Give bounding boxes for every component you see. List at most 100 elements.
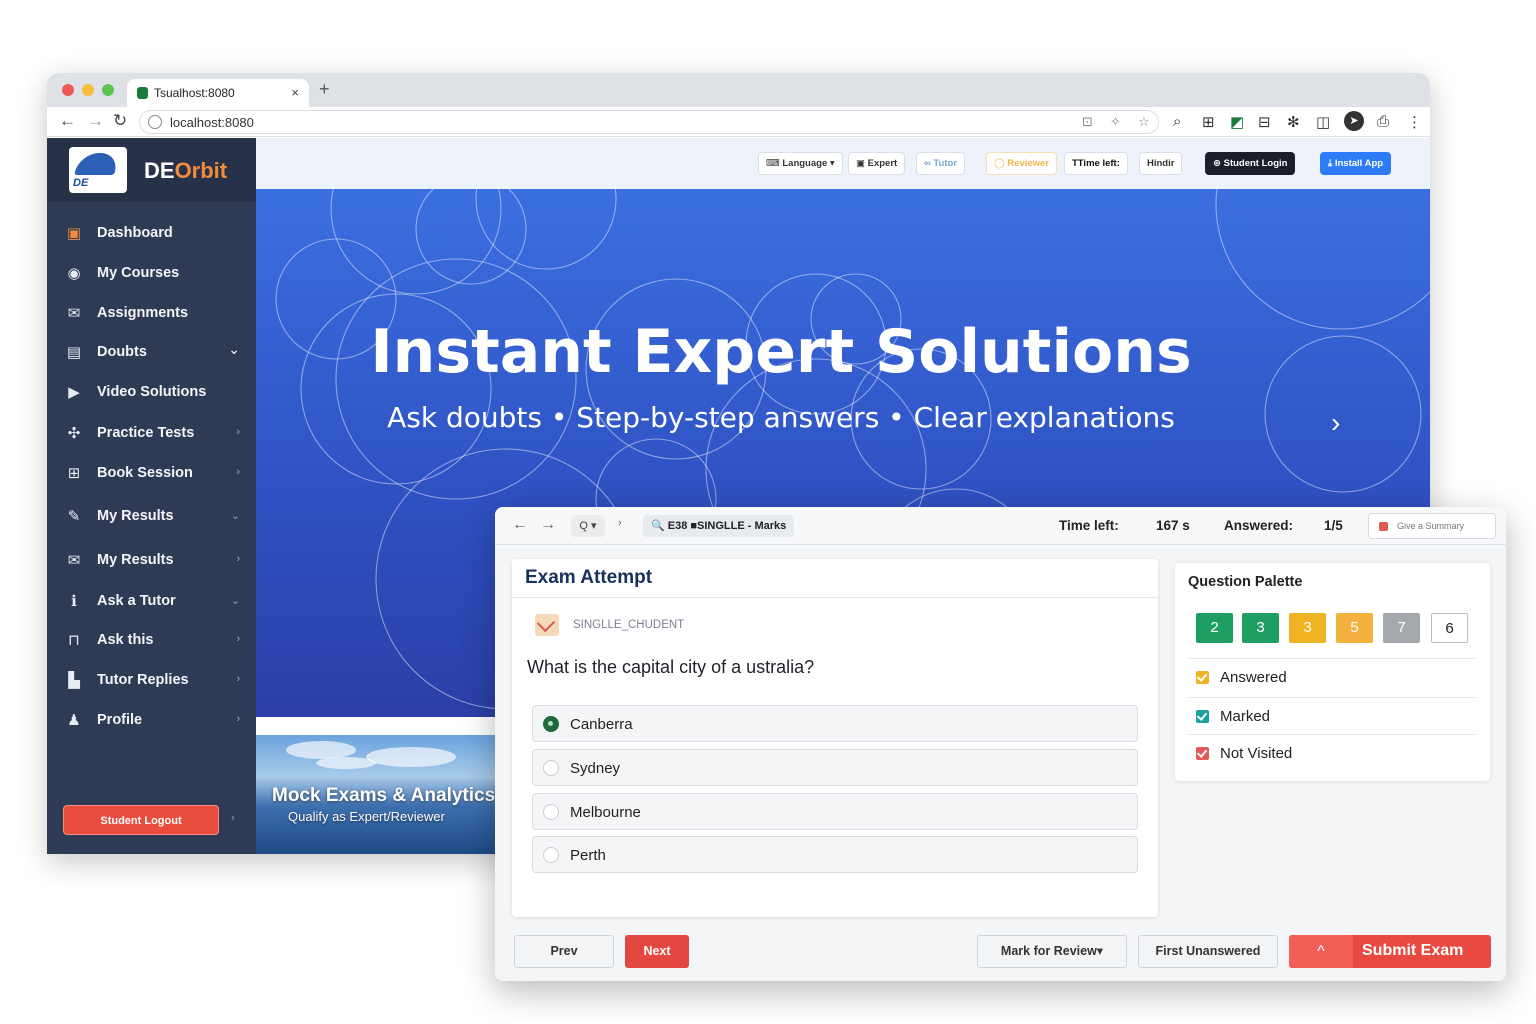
student-name: SINGLLE_CHUDENT <box>573 619 685 631</box>
sidebar-item-label: My Results <box>97 552 174 568</box>
first-unanswered-button[interactable]: First Unanswered <box>1138 935 1278 968</box>
expert-button[interactable]: ▣ Expert <box>848 152 906 175</box>
dropdown-icon[interactable]: › <box>618 517 622 529</box>
search-icon: Q <box>579 520 588 532</box>
reviewer-button[interactable]: ◯ Reviewer <box>986 152 1058 175</box>
sidebar-item[interactable]: ▣ Dashboard <box>47 216 256 252</box>
answer-option[interactable]: Sydney <box>532 749 1138 786</box>
more-menu-icon[interactable]: ⋮ <box>1407 113 1422 131</box>
answer-option[interactable]: Melbourne <box>532 793 1138 830</box>
mark-review-button[interactable]: Mark for Review▾ <box>977 935 1127 968</box>
install-icon[interactable]: ⊡ <box>1082 114 1093 130</box>
sidebar-item-label: Book Session <box>97 465 193 481</box>
profile-avatar-icon[interactable]: ➤ <box>1344 111 1364 131</box>
chevron-icon: ⌄ <box>230 510 240 522</box>
palette-cell[interactable]: 2 <box>1196 613 1233 643</box>
maximize-window-dot[interactable] <box>102 84 114 96</box>
next-button[interactable]: Next <box>625 935 689 968</box>
language-button[interactable]: ⌨ Language ▾ <box>758 152 843 175</box>
sidebar-item[interactable]: ▙ Tutor Replies › <box>47 663 256 699</box>
envelope-icon: ✉ <box>67 552 81 569</box>
tab-bar: Tsualhost:8080 × + <box>47 73 1430 107</box>
chevron-icon: ⌄ <box>228 341 240 357</box>
radio-icon[interactable] <box>543 804 559 820</box>
sidebar-item[interactable]: ▤ Doubts ⌄ <box>47 335 256 371</box>
palette-cell[interactable]: 7 <box>1383 613 1420 643</box>
answered-value: 1/5 <box>1324 518 1343 533</box>
prev-button[interactable]: Prev <box>514 935 614 968</box>
extension-chat-icon[interactable]: ⊟ <box>1258 113 1271 131</box>
search-icon[interactable]: ⌕ <box>1173 113 1181 130</box>
tutor-button[interactable]: ∞ Tutor <box>916 152 965 175</box>
exam-back-icon[interactable]: ← <box>512 516 528 534</box>
mock-exams-card[interactable]: Mock Exams & Analytics Qualify as Expert… <box>256 735 496 854</box>
translate-icon[interactable]: ✧ <box>1110 114 1121 130</box>
exam-search-button[interactable]: Q ▾ <box>571 515 605 537</box>
sidebar-item[interactable]: ✣ Practice Tests › <box>47 416 256 452</box>
submit-exam-button[interactable]: ^ Submit Exam <box>1289 935 1491 968</box>
hindi-button[interactable]: Hindir <box>1139 152 1183 175</box>
answer-option[interactable]: Perth <box>532 836 1138 873</box>
sidepanel-icon[interactable]: ◫ <box>1316 113 1330 131</box>
sidebar-item[interactable]: ✎ My Results ⌄ <box>47 499 256 535</box>
legend-item: Marked <box>1188 697 1476 734</box>
radio-icon[interactable] <box>543 760 559 776</box>
logo-word: DE <box>73 177 89 189</box>
chevron-up-icon: ^ <box>1289 935 1353 968</box>
radio-selected-icon[interactable] <box>543 716 559 732</box>
extensions-icon[interactable]: ⊞ <box>1202 113 1215 131</box>
exam-tab[interactable]: 🔍 E38 ■SINGLLE - Marks <box>643 515 795 537</box>
replies-icon: ▙ <box>68 672 80 689</box>
browser-tab[interactable]: Tsualhost:8080 × <box>127 79 309 107</box>
student-login-button[interactable]: ⊛ Student Login <box>1205 152 1296 175</box>
tab-close-icon[interactable]: × <box>291 85 299 100</box>
sidebar-item[interactable]: ◉ My Courses <box>47 256 256 292</box>
url-field[interactable]: localhost:8080 ⊡ ✧ ☆ <box>139 110 1159 134</box>
logout-button[interactable]: Student Logout <box>63 805 219 835</box>
sidebar-item[interactable]: ⊞ Book Session › <box>47 456 256 492</box>
sidebar-item[interactable]: ⊓ Ask this › <box>47 623 256 659</box>
radio-icon[interactable] <box>543 847 559 863</box>
video-icon: ▶ <box>68 384 80 401</box>
bookmark-icon[interactable]: ☆ <box>1138 114 1150 130</box>
close-window-dot[interactable] <box>62 84 74 96</box>
new-tab-icon[interactable]: + <box>319 79 330 100</box>
option-label: Canberra <box>570 716 633 733</box>
legend-label: Not Visited <box>1220 745 1293 762</box>
checkbox-icon <box>1196 671 1209 684</box>
exam-forward-icon[interactable]: → <box>540 516 556 534</box>
sidebar-item[interactable]: ✉ Assignments <box>47 296 256 332</box>
summary-button[interactable]: Give a Summary <box>1368 513 1496 539</box>
chevron-icon: › <box>236 426 240 438</box>
url-text: localhost:8080 <box>170 115 254 130</box>
palette-cell[interactable]: 6 <box>1431 613 1468 643</box>
brand-header[interactable]: DE DEOrbit <box>47 138 256 202</box>
sidebar-item-label: Video Solutions <box>97 384 207 400</box>
extension-green-icon[interactable]: ◩ <box>1230 113 1244 131</box>
site-info-icon[interactable] <box>148 115 162 129</box>
question-card: Exam Attempt SINGLLE_CHUDENT What is the… <box>512 559 1158 917</box>
exam-title: Exam Attempt <box>525 567 653 588</box>
sidebar-item[interactable]: ✉ My Results › <box>47 543 256 579</box>
back-icon[interactable]: ← <box>59 111 76 131</box>
sidebar-item[interactable]: ▶ Video Solutions <box>47 375 256 411</box>
answer-option[interactable]: Canberra <box>532 705 1138 742</box>
question-text: What is the capital city of a ustralia? <box>527 657 815 677</box>
palette-cell[interactable]: 3 <box>1242 613 1279 643</box>
legend-item: Answered <box>1188 658 1476 695</box>
palette-cell[interactable]: 5 <box>1336 613 1373 643</box>
forward-icon[interactable]: → <box>87 111 104 131</box>
puzzle-icon[interactable]: ✻ <box>1287 113 1300 131</box>
palette-cell[interactable]: 3 <box>1289 613 1326 643</box>
share-icon[interactable]: ⎙ <box>1377 113 1389 130</box>
reload-icon[interactable]: ↻ <box>113 111 127 131</box>
sidebar-item[interactable]: ℹ Ask a Tutor ⌄ <box>47 584 256 620</box>
dashboard-icon: ▣ <box>66 225 82 242</box>
sidebar-item-label: Tutor Replies <box>97 672 189 688</box>
minimize-window-dot[interactable] <box>82 84 94 96</box>
checkbox-icon <box>1196 747 1209 760</box>
hero-title: Instant Expert Solutions <box>370 317 1192 387</box>
sidebar-item[interactable]: ♟ Profile › <box>47 703 256 739</box>
install-app-button[interactable]: ⤓ Install App <box>1320 152 1392 175</box>
carousel-next-icon[interactable]: › <box>1331 407 1340 439</box>
